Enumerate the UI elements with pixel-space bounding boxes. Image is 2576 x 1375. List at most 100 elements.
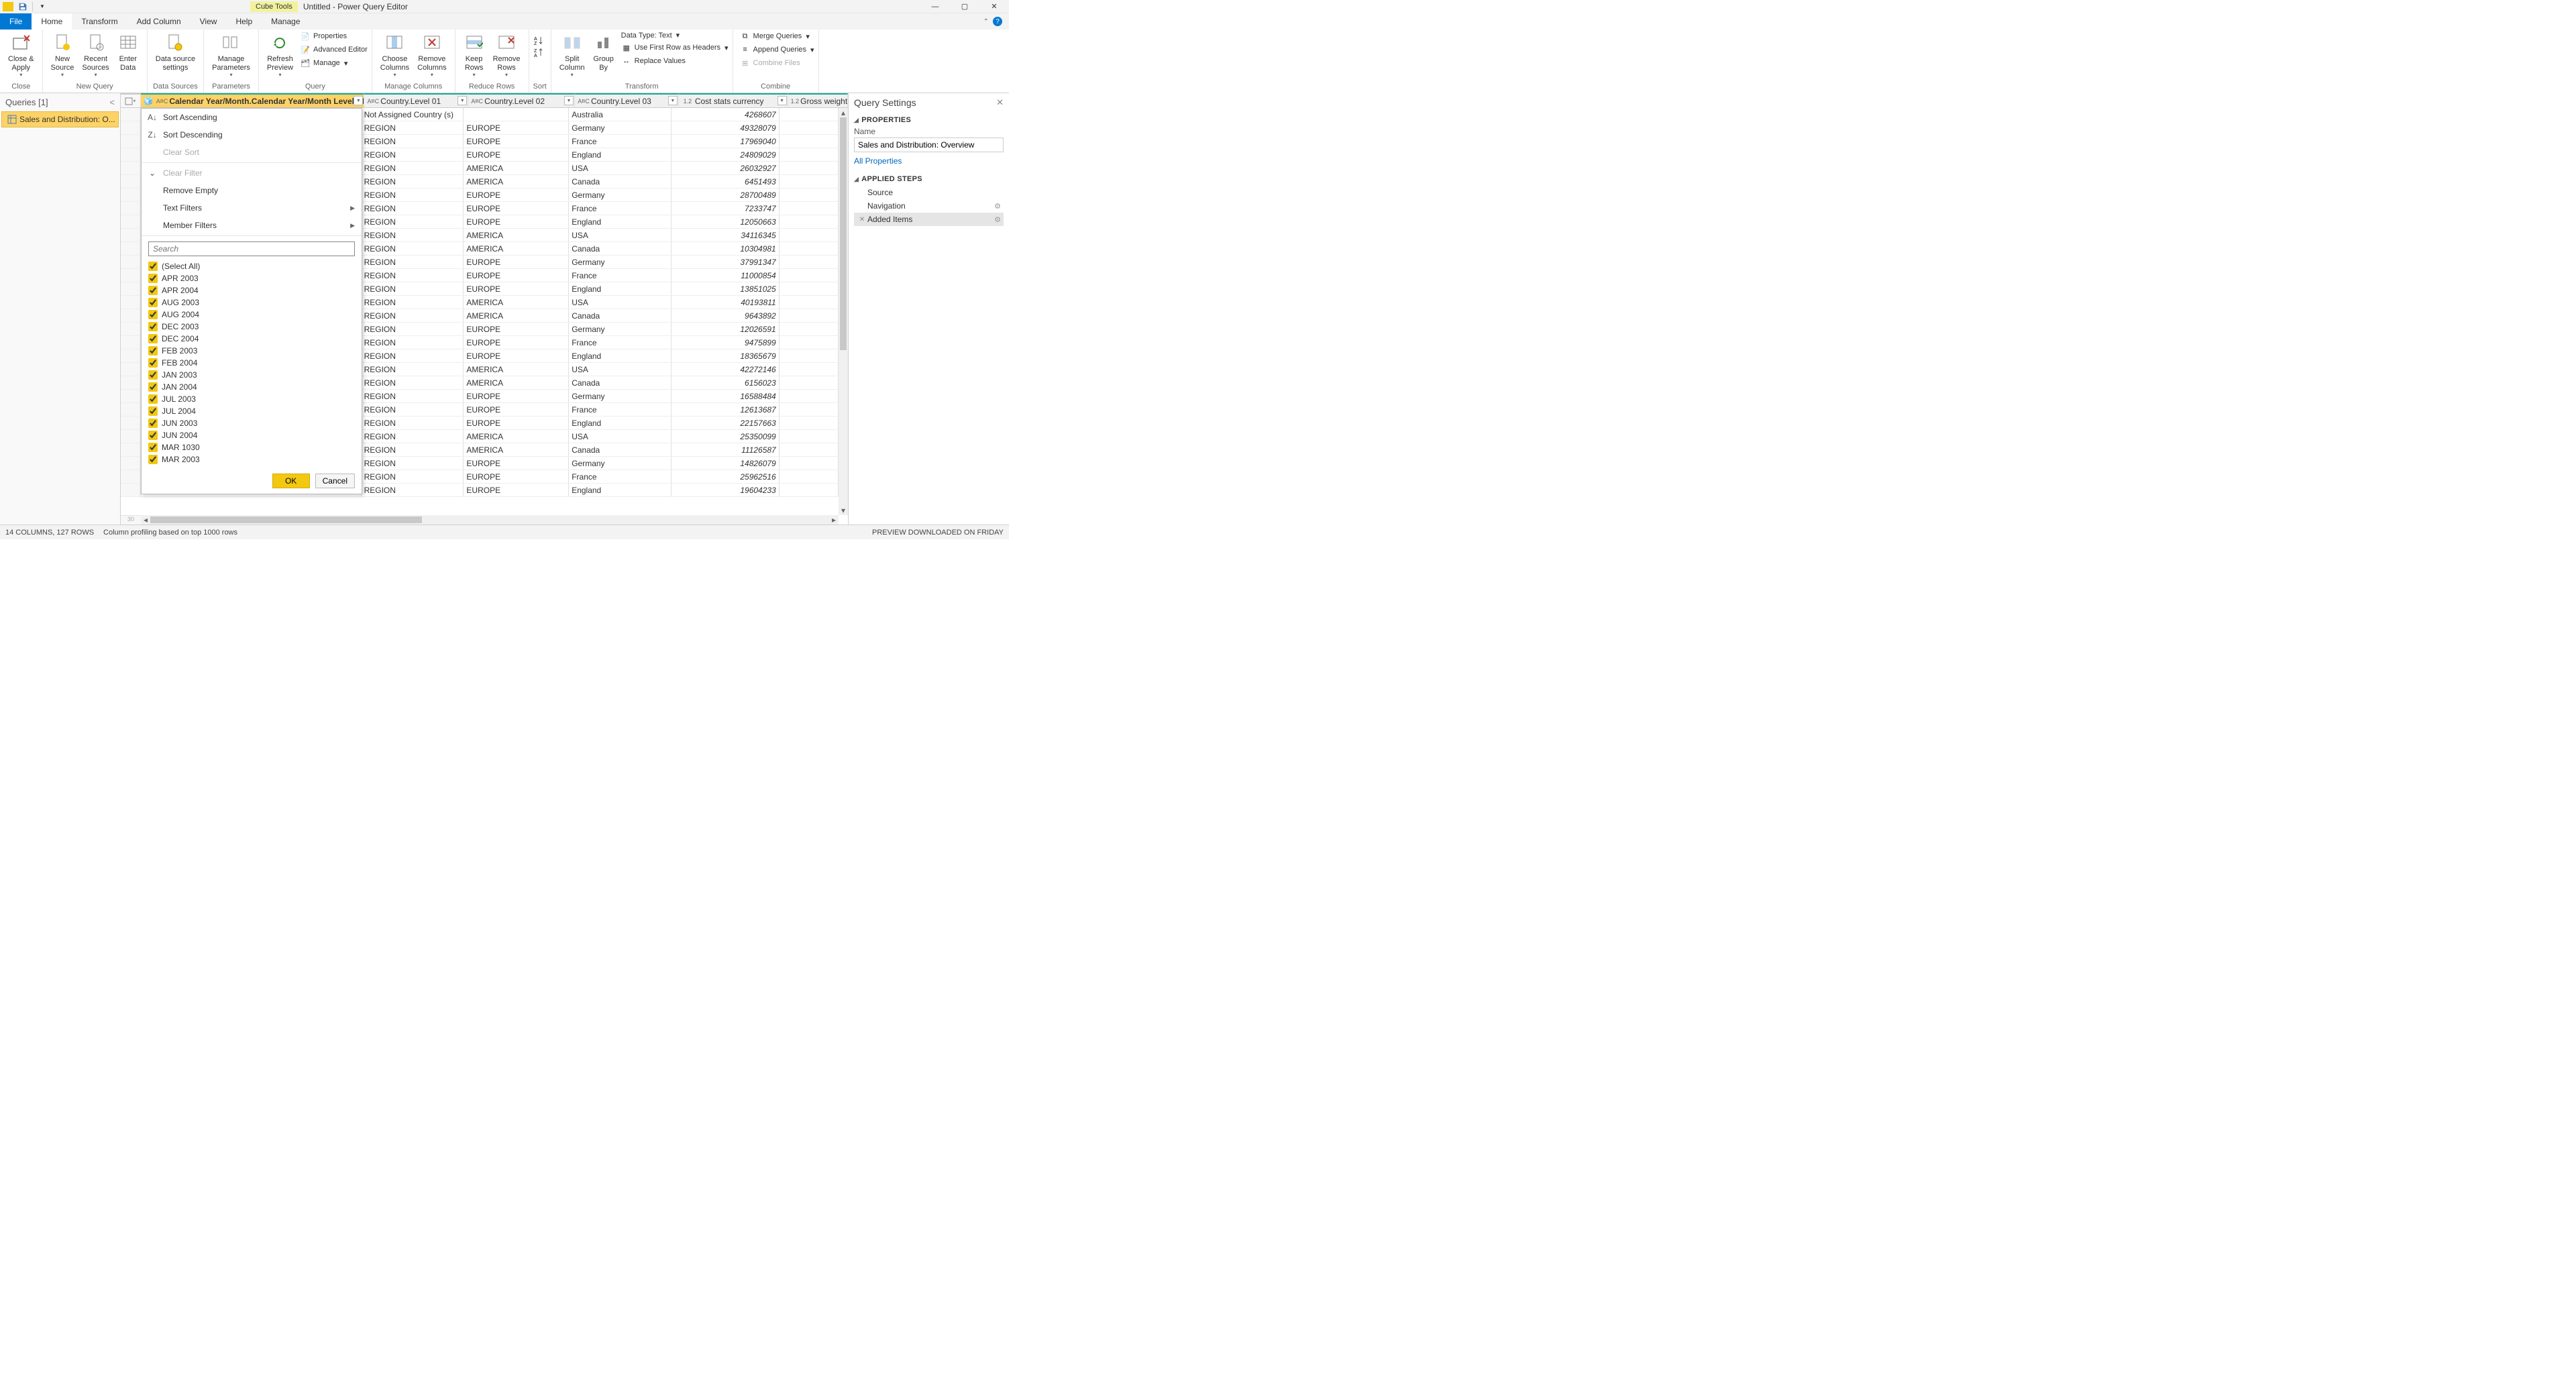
close-and-apply-button[interactable]: Close & Apply▾ xyxy=(4,31,38,79)
recent-sources-button[interactable]: Recent Sources▾ xyxy=(78,31,113,79)
filter-value-item[interactable]: AUG 2004 xyxy=(148,309,358,321)
keep-rows-button[interactable]: Keep Rows▾ xyxy=(460,31,489,79)
filter-values-list[interactable]: (Select All)APR 2003APR 2004AUG 2003AUG … xyxy=(146,260,358,468)
tab-manage[interactable]: Manage xyxy=(262,13,309,30)
tab-file[interactable]: File xyxy=(0,13,32,30)
manage-query-button[interactable]: 🗂Manage▾ xyxy=(300,58,368,68)
all-properties-link[interactable]: All Properties xyxy=(854,152,1004,170)
filter-value-item[interactable]: MAR 1030 xyxy=(148,441,358,453)
filter-value-item[interactable]: DEC 2004 xyxy=(148,333,358,345)
scroll-right-icon[interactable]: ▸ xyxy=(829,515,839,525)
menu-sort-asc[interactable]: A↓Sort Ascending xyxy=(142,109,362,126)
qat-dropdown-icon[interactable]: ▼ xyxy=(37,1,48,12)
filter-search-input[interactable] xyxy=(148,241,355,256)
filter-checkbox[interactable] xyxy=(148,406,158,416)
menu-sort-desc[interactable]: Z↓Sort Descending xyxy=(142,126,362,144)
filter-checkbox[interactable] xyxy=(148,286,158,295)
new-source-button[interactable]: New Source▾ xyxy=(47,31,78,79)
filter-value-item[interactable]: JUN 2004 xyxy=(148,429,358,441)
filter-checkbox[interactable] xyxy=(148,370,158,380)
applied-step-item[interactable]: Source xyxy=(854,186,1004,199)
maximize-button[interactable]: ▢ xyxy=(950,0,979,13)
filter-checkbox[interactable] xyxy=(148,262,158,271)
filter-value-item[interactable]: FEB 2004 xyxy=(148,357,358,369)
sort-asc-button[interactable]: AZ xyxy=(533,35,544,46)
filter-checkbox[interactable] xyxy=(148,298,158,307)
filter-dropdown-button[interactable]: ▼ xyxy=(668,96,678,105)
data-type-button[interactable]: Data Type: Text▾ xyxy=(621,31,729,40)
filter-checkbox[interactable] xyxy=(148,358,158,368)
gear-icon[interactable]: ⚙ xyxy=(994,215,1001,224)
collapse-queries-icon[interactable]: < xyxy=(109,97,115,107)
filter-checkbox[interactable] xyxy=(148,310,158,319)
filter-checkbox[interactable] xyxy=(148,419,158,428)
table-corner[interactable]: ▾ xyxy=(121,93,141,107)
save-icon[interactable] xyxy=(17,1,28,12)
filter-value-item[interactable]: JUL 2004 xyxy=(148,405,358,417)
vertical-scrollbar[interactable]: ▴ ▾ xyxy=(839,108,848,515)
column-header-country-l3[interactable]: ABC Country.Level 03 ▼ xyxy=(575,93,679,107)
remove-columns-button[interactable]: Remove Columns▾ xyxy=(413,31,450,79)
collapse-icon[interactable]: ◢ xyxy=(854,176,859,183)
merge-queries-button[interactable]: ⧉Merge Queries▾ xyxy=(740,31,814,42)
filter-value-item[interactable]: JAN 2003 xyxy=(148,369,358,381)
filter-checkbox[interactable] xyxy=(148,382,158,392)
menu-member-filters[interactable]: Member Filters▶ xyxy=(142,217,362,234)
append-queries-button[interactable]: ≡Append Queries▾ xyxy=(740,44,814,55)
help-icon[interactable]: ? xyxy=(993,17,1002,26)
filter-value-item[interactable]: DEC 2003 xyxy=(148,321,358,333)
filter-value-item[interactable]: MAR 2003 xyxy=(148,453,358,465)
first-row-headers-button[interactable]: ▦Use First Row as Headers▾ xyxy=(621,42,729,53)
filter-value-item[interactable]: JUN 2003 xyxy=(148,417,358,429)
properties-button[interactable]: 📄Properties xyxy=(300,31,368,42)
filter-dropdown-button[interactable]: ▼ xyxy=(564,96,574,105)
hscroll-thumb[interactable] xyxy=(150,516,422,523)
filter-checkbox[interactable] xyxy=(148,334,158,343)
filter-checkbox[interactable] xyxy=(148,455,158,464)
column-header-calendar[interactable]: 🧊 ABC Calendar Year/Month.Calendar Year/… xyxy=(141,93,364,107)
advanced-editor-button[interactable]: 📝Advanced Editor xyxy=(300,44,368,55)
filter-checkbox[interactable] xyxy=(148,431,158,440)
data-source-settings-button[interactable]: Data source settings xyxy=(152,31,199,73)
filter-value-item[interactable]: FEB 2003 xyxy=(148,345,358,357)
manage-parameters-button[interactable]: Manage Parameters▾ xyxy=(208,31,254,79)
filter-value-item[interactable]: APR 2004 xyxy=(148,284,358,296)
menu-text-filters[interactable]: Text Filters▶ xyxy=(142,199,362,217)
replace-values-button[interactable]: ↔Replace Values xyxy=(621,56,729,66)
column-header-country-l1[interactable]: ABC Country.Level 01 ▼ xyxy=(364,93,468,107)
sort-desc-button[interactable]: ZA xyxy=(533,47,544,58)
query-list-item[interactable]: Sales and Distribution: O... xyxy=(1,111,119,127)
gear-icon[interactable]: ⚙ xyxy=(994,202,1001,211)
filter-value-item[interactable]: JAN 2004 xyxy=(148,381,358,393)
filter-value-item[interactable]: APR 2003 xyxy=(148,272,358,284)
close-settings-icon[interactable]: ✕ xyxy=(996,97,1004,108)
filter-checkbox[interactable] xyxy=(148,394,158,404)
column-header-cost[interactable]: 1.2 Cost stats currency ▼ xyxy=(679,93,788,107)
group-by-button[interactable]: Group By xyxy=(589,31,619,73)
filter-checkbox[interactable] xyxy=(148,274,158,283)
menu-remove-empty[interactable]: Remove Empty xyxy=(142,182,362,199)
tab-help[interactable]: Help xyxy=(226,13,262,30)
column-header-country-l2[interactable]: ABC Country.Level 02 ▼ xyxy=(468,93,575,107)
filter-checkbox[interactable] xyxy=(148,322,158,331)
query-name-input[interactable] xyxy=(854,138,1004,152)
filter-ok-button[interactable]: OK xyxy=(272,474,310,488)
minimize-button[interactable]: — xyxy=(920,0,950,13)
filter-value-item[interactable]: (Select All) xyxy=(148,260,358,272)
tab-add-column[interactable]: Add Column xyxy=(127,13,191,30)
choose-columns-button[interactable]: Choose Columns▾ xyxy=(376,31,413,79)
applied-step-item[interactable]: ✕Added Items⚙ xyxy=(854,213,1004,226)
tab-home[interactable]: Home xyxy=(32,13,72,30)
filter-cancel-button[interactable]: Cancel xyxy=(315,474,355,488)
filter-dropdown-button[interactable]: ▼ xyxy=(458,96,467,105)
applied-step-item[interactable]: Navigation⚙ xyxy=(854,199,1004,213)
filter-value-item[interactable]: AUG 2003 xyxy=(148,296,358,309)
enter-data-button[interactable]: Enter Data xyxy=(113,31,143,73)
filter-dropdown-button[interactable]: ▼ xyxy=(777,96,787,105)
filter-dropdown-button[interactable]: ▼ xyxy=(354,96,363,105)
collapse-icon[interactable]: ◢ xyxy=(854,117,859,124)
scroll-up-icon[interactable]: ▴ xyxy=(839,108,848,117)
close-window-button[interactable]: ✕ xyxy=(979,0,1009,13)
column-header-gross[interactable]: 1.2 Gross weight xyxy=(788,93,848,107)
split-column-button[interactable]: Split Column▾ xyxy=(555,31,589,79)
